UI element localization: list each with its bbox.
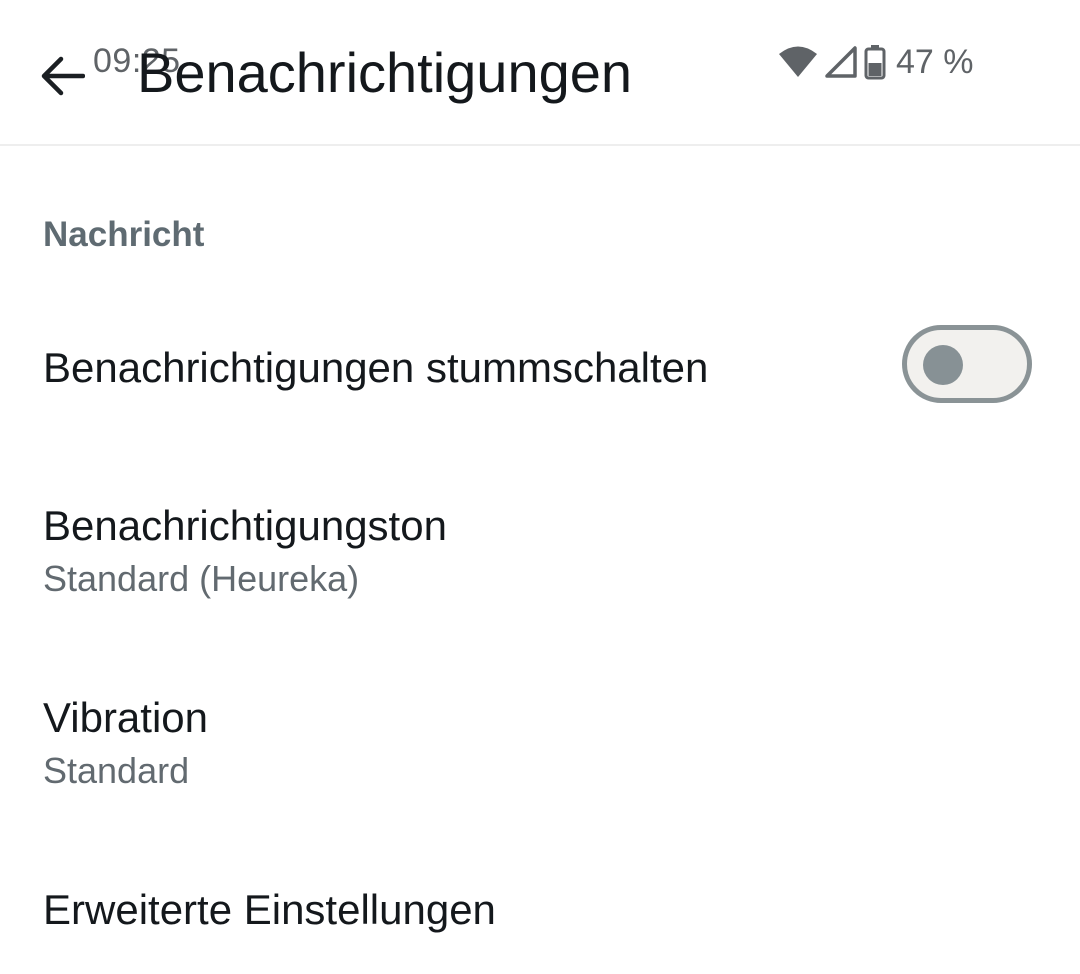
vibration-value: Standard <box>43 750 190 791</box>
advanced-settings-row[interactable]: Erweiterte Einstellungen <box>0 860 1080 960</box>
advanced-settings-label: Erweiterte Einstellungen <box>43 886 496 933</box>
notification-sound-label: Benachrichtigungston <box>43 502 447 549</box>
section-header: Nachricht <box>43 215 205 254</box>
mute-notifications-label: Benachrichtigungen stummschalten <box>43 344 709 391</box>
notification-sound-value: Standard (Heureka) <box>43 558 360 599</box>
mute-notifications-toggle[interactable] <box>902 325 1032 403</box>
cellular-signal-icon <box>824 45 858 79</box>
notification-sound-row[interactable]: Benachrichtigungston Standard (Heureka) <box>0 476 1080 626</box>
vibration-label: Vibration <box>43 694 209 741</box>
vibration-row[interactable]: Vibration Standard <box>0 668 1080 818</box>
arrow-back-icon <box>41 56 85 96</box>
page-title: Benachrichtigungen <box>137 41 633 104</box>
battery-percentage: 47 % <box>896 42 974 81</box>
back-button[interactable] <box>30 48 94 104</box>
toggle-knob <box>923 345 963 385</box>
wifi-icon <box>778 45 818 79</box>
status-icons: 47 % <box>778 40 974 84</box>
battery-icon <box>864 44 886 80</box>
app-bar: 09:25 Benachrichtigungen 47 % <box>0 0 1080 146</box>
